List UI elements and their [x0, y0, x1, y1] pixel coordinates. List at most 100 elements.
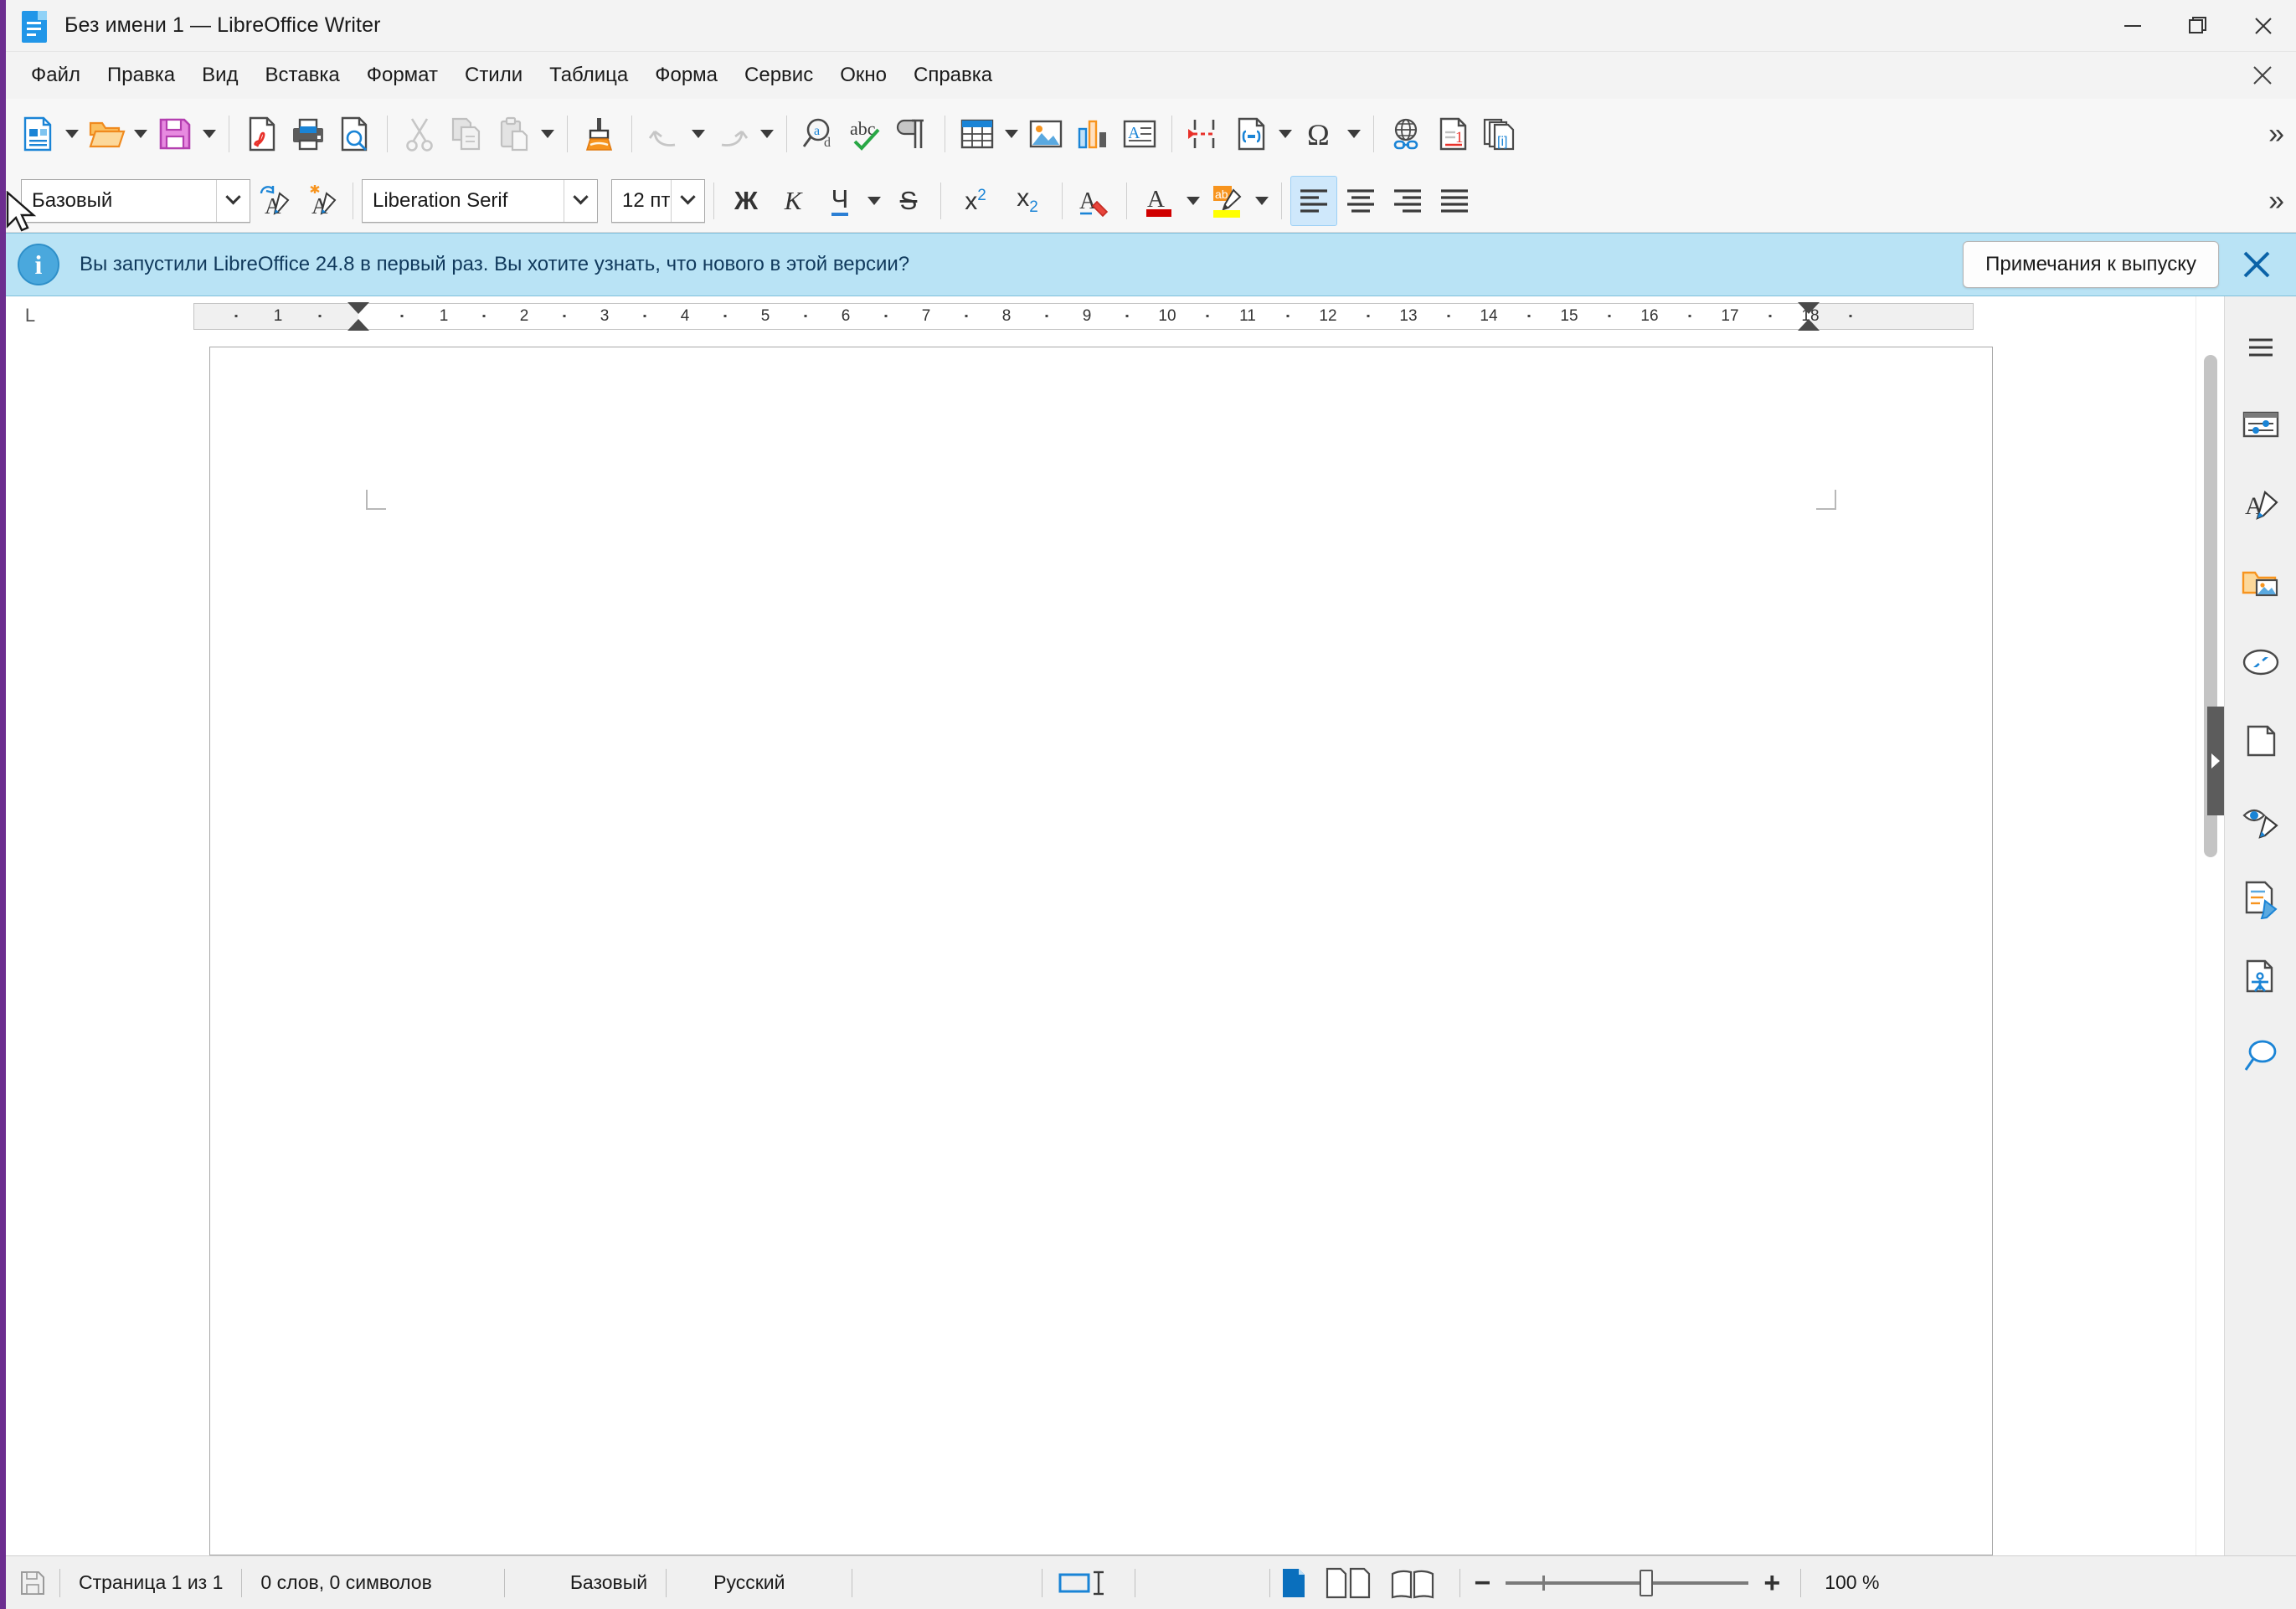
update-style-icon[interactable]: A [250, 176, 297, 226]
zoom-in-button[interactable]: + [1763, 1569, 1780, 1597]
font-color-icon[interactable]: A [1135, 176, 1182, 226]
new-document-icon[interactable] [14, 109, 61, 159]
zoom-level-status[interactable]: 100 % [1801, 1571, 1897, 1594]
menu-format[interactable]: Формат [353, 58, 451, 93]
sidebar-manage-changes[interactable] [2231, 859, 2291, 938]
formatting-toolbar-overflow[interactable]: » [2268, 187, 2284, 215]
underline-dropdown[interactable] [863, 176, 885, 226]
zoom-slider-thumb[interactable] [1640, 1569, 1654, 1596]
spelling-icon[interactable]: abc [842, 109, 889, 159]
insert-chart-icon[interactable] [1069, 109, 1116, 159]
page-break-icon[interactable] [1181, 109, 1228, 159]
menu-window[interactable]: Окно [826, 58, 900, 93]
zoom-slider-track[interactable] [1506, 1569, 1749, 1596]
print-preview-icon[interactable] [332, 109, 378, 159]
multi-page-view-icon[interactable] [1317, 1567, 1381, 1599]
vertical-scrollbar[interactable] [2196, 296, 2224, 1555]
paste-icon[interactable] [490, 109, 537, 159]
insert-field-dropdown[interactable] [1274, 109, 1296, 159]
insert-table-icon[interactable] [954, 109, 1001, 159]
insert-mode-icon[interactable] [1042, 1568, 1135, 1598]
footnote-icon[interactable]: 1 [1429, 109, 1476, 159]
paragraph-style-combo[interactable]: Базовый [21, 178, 250, 223]
font-name-value[interactable]: Liberation Serif [363, 189, 564, 213]
align-left-icon[interactable] [1290, 175, 1337, 226]
left-indent-marker[interactable] [347, 319, 369, 331]
single-page-view-icon[interactable] [1270, 1567, 1317, 1599]
sidebar-settings[interactable] [2231, 308, 2291, 387]
sidebar-styles[interactable]: A [2231, 465, 2291, 544]
menu-file[interactable]: Файл [18, 58, 94, 93]
insert-image-icon[interactable] [1022, 109, 1069, 159]
print-icon[interactable] [285, 109, 332, 159]
font-name-dropdown[interactable] [564, 179, 597, 222]
open-document-dropdown[interactable] [130, 109, 152, 159]
cut-icon[interactable] [396, 109, 443, 159]
font-size-dropdown[interactable] [671, 179, 704, 222]
save-status-icon[interactable] [6, 1569, 59, 1597]
align-right-icon[interactable] [1384, 176, 1431, 226]
copy-icon[interactable] [443, 109, 490, 159]
sidebar-gallery[interactable] [2231, 544, 2291, 623]
book-view-icon[interactable] [1381, 1567, 1444, 1599]
sidebar-style-inspector[interactable] [2231, 780, 2291, 859]
sidebar-find[interactable] [2231, 1016, 2291, 1095]
find-replace-icon[interactable]: a d [795, 109, 842, 159]
strikethrough-button[interactable]: S [885, 176, 932, 226]
export-pdf-icon[interactable] [238, 109, 285, 159]
clear-formatting-icon[interactable]: A [1071, 176, 1118, 226]
special-character-icon[interactable]: Ω [1296, 109, 1343, 159]
italic-button[interactable]: К [770, 176, 816, 226]
highlight-color-dropdown[interactable] [1251, 176, 1273, 226]
bibliography-entry-icon[interactable]: [i] [1476, 109, 1523, 159]
highlight-color-icon[interactable]: ab [1204, 176, 1251, 226]
paragraph-style-value[interactable]: Базовый [22, 189, 216, 213]
page-style-status[interactable]: Базовый [505, 1571, 666, 1594]
align-center-icon[interactable] [1337, 176, 1384, 226]
close-document-icon[interactable] [2247, 60, 2278, 90]
first-line-indent-marker[interactable] [347, 302, 369, 314]
restore-button[interactable] [2165, 0, 2231, 52]
menu-help[interactable]: Справка [900, 58, 1006, 93]
page-canvas[interactable] [6, 335, 2196, 1555]
formatting-marks-icon[interactable] [889, 109, 936, 159]
font-color-dropdown[interactable] [1182, 176, 1204, 226]
redo-icon[interactable] [709, 109, 756, 159]
right-indent-marker[interactable] [1798, 319, 1820, 331]
new-style-icon[interactable]: A [297, 176, 344, 226]
page-count-status[interactable]: Страница 1 из 1 [60, 1571, 241, 1594]
underline-button[interactable]: Ч [816, 176, 863, 226]
bold-button[interactable]: Ж [723, 176, 770, 226]
undo-dropdown[interactable] [687, 109, 709, 159]
document-page[interactable] [208, 347, 1993, 1555]
menu-edit[interactable]: Правка [94, 58, 188, 93]
redo-dropdown[interactable] [756, 109, 778, 159]
font-size-combo[interactable]: 12 пт [611, 178, 705, 223]
minimize-button[interactable] [2100, 0, 2165, 52]
new-document-dropdown[interactable] [61, 109, 83, 159]
align-justify-icon[interactable] [1431, 176, 1478, 226]
zoom-out-button[interactable]: − [1474, 1569, 1490, 1597]
hyperlink-icon[interactable] [1382, 109, 1429, 159]
close-button[interactable] [2231, 0, 2296, 52]
menu-tools[interactable]: Сервис [731, 58, 826, 93]
sidebar-accessibility-check[interactable] [2231, 938, 2291, 1016]
language-status[interactable]: Русский [667, 1571, 803, 1594]
release-notes-button[interactable]: Примечания к выпуску [1963, 241, 2219, 288]
menu-styles[interactable]: Стили [451, 58, 536, 93]
paste-dropdown[interactable] [537, 109, 559, 159]
save-document-icon[interactable] [152, 109, 198, 159]
menu-view[interactable]: Вид [188, 58, 251, 93]
font-name-combo[interactable]: Liberation Serif [362, 178, 598, 223]
subscript-button[interactable]: x2 [1001, 176, 1053, 226]
special-character-dropdown[interactable] [1343, 109, 1365, 159]
horizontal-ruler[interactable]: 1 1 2 3 4 5 6 7 8 9 10 11 12 13 14 15 16… [193, 302, 1974, 331]
menu-form[interactable]: Форма [641, 58, 731, 93]
word-count-status[interactable]: 0 слов, 0 символов [242, 1571, 450, 1594]
sidebar-page[interactable] [2231, 702, 2291, 780]
sidebar-properties[interactable] [2231, 387, 2291, 465]
save-document-dropdown[interactable] [198, 109, 220, 159]
insert-table-dropdown[interactable] [1001, 109, 1022, 159]
undo-icon[interactable] [641, 109, 687, 159]
info-bar-close-icon[interactable] [2231, 239, 2283, 290]
